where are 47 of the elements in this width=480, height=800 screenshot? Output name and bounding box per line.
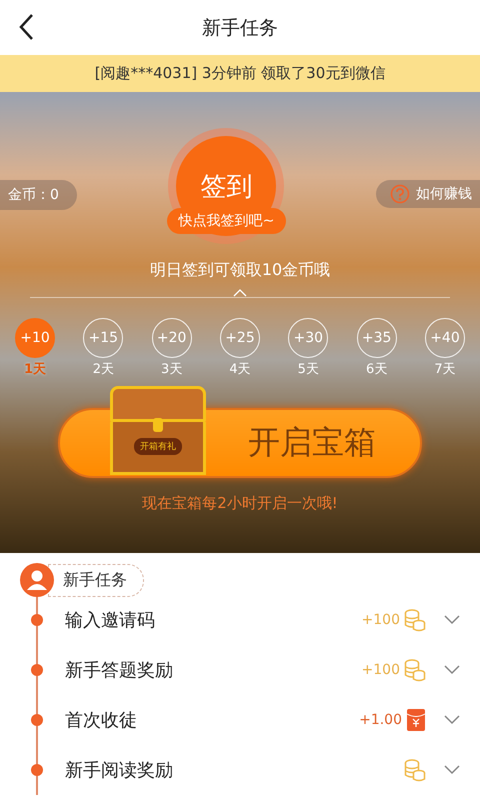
user-icon <box>20 563 54 597</box>
coin-stack-icon <box>404 608 426 632</box>
task-row[interactable]: 输入邀请码 +100 <box>31 595 480 645</box>
timeline-dot <box>31 764 43 776</box>
day-reward-bubble: +35 <box>356 318 397 358</box>
task-reward: +100 <box>362 662 400 678</box>
task-row[interactable]: 新手阅读奖励 <box>31 745 480 795</box>
coin-stack-icon <box>404 758 426 782</box>
day-reward-bubble: +25 <box>220 318 260 358</box>
question-icon <box>390 184 410 204</box>
chevron-down-icon[interactable] <box>444 615 460 625</box>
day-label: 7天 <box>434 361 456 378</box>
timeline-dot <box>31 614 43 626</box>
back-icon[interactable] <box>18 13 34 41</box>
day-label: 5天 <box>298 361 319 378</box>
coin-balance: 金币：0 <box>0 180 77 210</box>
task-row[interactable]: 新手答题奖励 +100 <box>31 645 480 695</box>
chevron-down-icon[interactable] <box>444 665 460 675</box>
day-reward-bubble: +20 <box>152 318 192 358</box>
sign-tip: 快点我签到吧~ <box>166 208 286 234</box>
chevron-down-icon[interactable] <box>444 715 460 725</box>
day-reward-bubble: +30 <box>288 318 328 358</box>
page-title: 新手任务 <box>202 16 278 40</box>
sign-hint: 明日签到可领取10金币哦 <box>150 260 330 281</box>
task-name: 新手答题奖励 <box>65 659 174 682</box>
task-reward: +1.00 <box>359 712 402 728</box>
day-reward-bubble: +15 <box>83 318 124 358</box>
chest-note: 现在宝箱每2小时开启一次哦! <box>142 494 338 513</box>
task-name: 输入邀请码 <box>65 609 156 632</box>
day-reward-bubble: +40 <box>424 318 465 358</box>
day-label: 4天 <box>229 361 251 378</box>
task-reward: +100 <box>362 612 400 628</box>
day-label: 1天 <box>24 361 46 378</box>
coin-stack-icon <box>404 658 426 682</box>
chevron-down-icon[interactable] <box>444 765 460 775</box>
day-label: 6天 <box>366 361 388 378</box>
money-envelope-icon <box>406 708 426 732</box>
timeline-dot <box>31 714 43 726</box>
notice-banner: [阅趣***4031] 3分钟前 领取了30元到微信 <box>0 55 480 92</box>
day-label: 2天 <box>92 361 114 378</box>
timeline-dot <box>31 664 43 676</box>
task-row[interactable]: 首次收徒 +1.00 <box>31 695 480 745</box>
day-label: 3天 <box>161 361 182 378</box>
day-reward-bubble: +10 <box>15 318 55 358</box>
task-name: 新手阅读奖励 <box>65 759 174 782</box>
chest-label: 开箱有礼 <box>134 438 182 455</box>
task-name: 首次收徒 <box>65 709 138 732</box>
